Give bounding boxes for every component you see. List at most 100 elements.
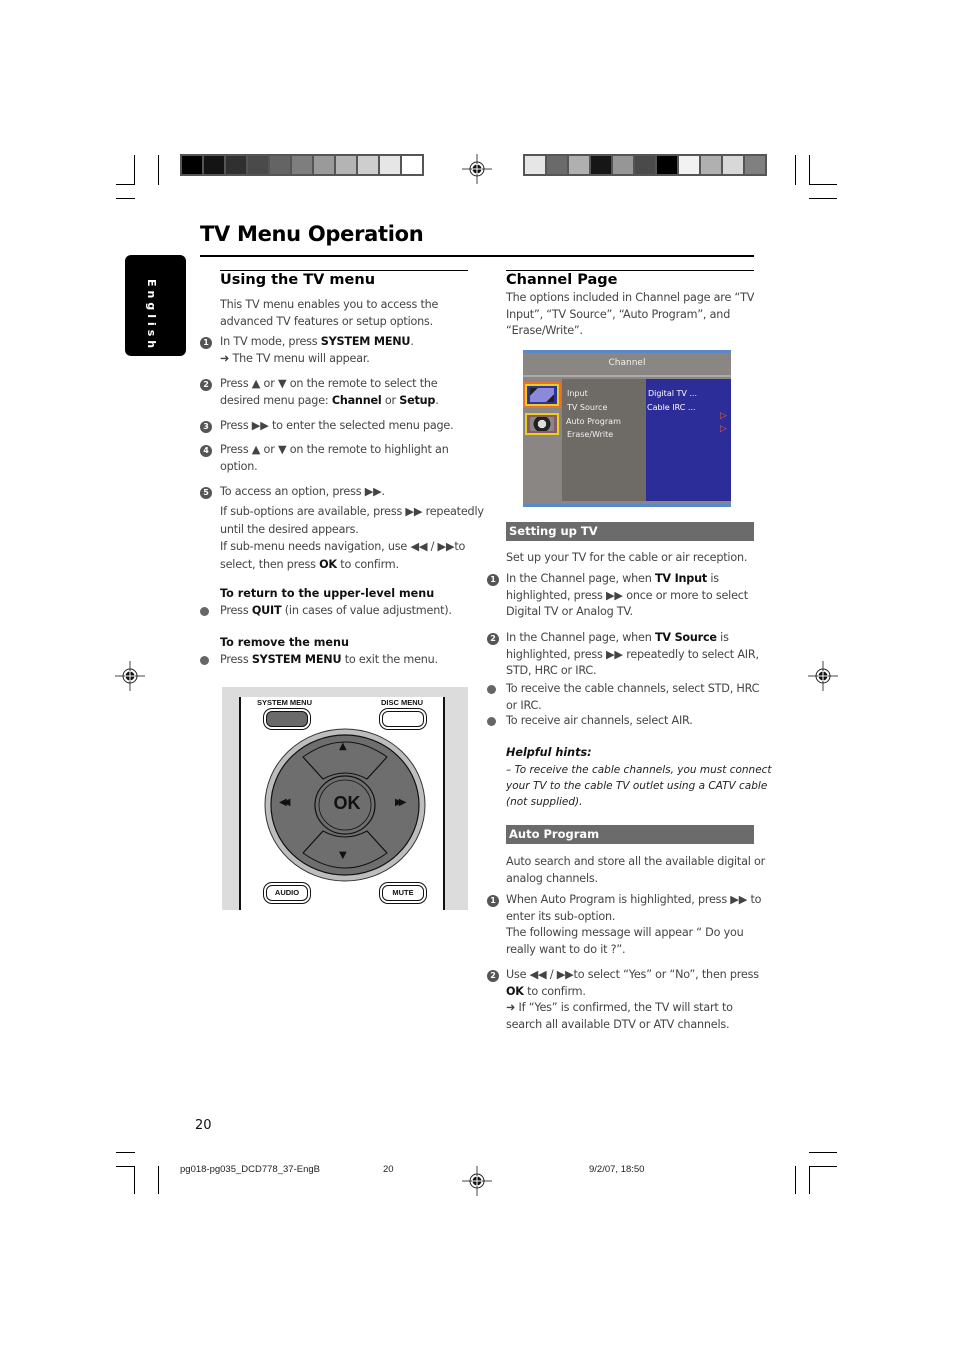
step-number-badge: 1 [200,337,212,349]
section-bar-auto-program: Auto Program [506,825,754,844]
step-text: When Auto Program is highlighted, press … [506,892,761,958]
text-line: select, then press OK to confirm. [220,557,399,571]
step-number-badge: 1 [487,895,499,907]
text-line: ➜ If “Yes” is confirmed, the TV will sta… [506,1001,733,1014]
page-title: TV Menu Operation [200,222,424,246]
up-arrow-button[interactable]: ▲ [339,741,347,752]
footer-filename: pg018-pg035_DCD778_37-EngB [180,1164,320,1175]
text-line: ➜ The TV menu will appear. [220,351,370,365]
screen-divider [523,375,731,377]
footer-page: 20 [383,1164,394,1175]
next-button[interactable]: ▶▶ [395,797,407,808]
text-line: To access an option, press ▶▶. [220,485,385,498]
color-swatch [226,156,246,174]
color-swatch [701,156,721,174]
text-line: advanced TV features or setup options. [220,314,434,328]
text-line: option. [220,459,258,473]
color-swatch [314,156,334,174]
bullet-text: To receive air channels, select AIR. [506,714,693,727]
color-swatch [204,156,224,174]
subheading-return: To return to the upper-level menu [220,587,435,600]
crop-mark [809,155,810,185]
down-arrow-button[interactable]: ▼ [339,850,347,861]
text-line: If sub-menu needs navigation, use ◀◀ / ▶… [220,540,466,553]
crop-mark [809,1166,810,1194]
crop-mark [795,155,796,185]
remote-control-illustration: SYSTEM MENU DISC MENU OK ▲ ▼ ◀◀ ▶▶ AUDIO… [222,687,468,910]
previous-button[interactable]: ◀◀ [279,797,291,808]
crop-mark [134,155,135,185]
text-line: – To receive the cable channels, you mus… [506,764,772,776]
language-label: English [145,279,158,353]
crop-mark [116,198,135,199]
ok-button[interactable]: OK [327,793,367,814]
menu-item-input[interactable]: Input [567,389,588,398]
text-line: This TV menu enables you to access the [220,298,439,311]
menu-items-panel: Input TV Source Auto Program Erase/Write [562,379,646,501]
color-swatch [613,156,633,174]
section-bar-setting-up-tv: Setting up TV [506,522,754,541]
color-calibration-bar-left [180,154,424,176]
menu-item-auto-program[interactable]: Auto Program [566,417,621,426]
color-swatch [547,156,567,174]
text-line: enter its sub-option. [506,909,616,923]
text-line: Use ◀◀ / ▶▶to select “Yes” or “No”, then… [506,968,759,981]
remote-body: SYSTEM MENU DISC MENU OK ▲ ▼ ◀◀ ▶▶ AUDIO… [239,697,445,910]
color-swatch [270,156,290,174]
color-swatch [380,156,400,174]
bullet [200,607,209,616]
crop-mark [809,1152,837,1153]
step-number-badge: 1 [487,574,499,586]
channel-menu-screenshot: Channel Input TV Source Auto Program Era… [523,350,731,507]
crop-mark [158,1166,159,1194]
text-line: When Auto Program is highlighted, press … [506,893,762,906]
text-line: your TV to the cable TV outlet using a C… [506,780,768,792]
text-line: OK to confirm. [506,984,586,998]
text-line: In the Channel page, when TV Source is [506,631,729,644]
text-line: Press ▶▶ to enter the selected menu page… [220,419,454,432]
color-swatch [723,156,743,174]
bullet [487,717,496,726]
step-number-badge: 4 [200,445,212,457]
text-line: search all available DTV or ATV channels… [506,1017,730,1031]
audio-button[interactable]: AUDIO [266,885,308,901]
mute-button[interactable]: MUTE [382,885,424,901]
text-line: In TV mode, press SYSTEM MENU. [220,335,414,348]
text-line: To receive the cable channels, select ST… [506,682,760,695]
color-swatch [358,156,378,174]
system-menu-button[interactable] [266,711,308,727]
step-number-badge: 2 [487,633,499,645]
setup-menu-icon [525,413,559,435]
step-text: Press ▶▶ to enter the selected menu page… [220,418,454,435]
text-line: really want to do it ?”. [506,942,626,956]
section-divider [506,270,754,271]
registration-target-icon [115,661,145,691]
color-swatch [182,156,202,174]
text-line: until the desired appears. [220,522,359,536]
text-line: The options included in Channel page are… [506,291,755,304]
bullet-text: To receive the cable channels, select ST… [506,681,759,714]
step-number-badge: 3 [200,421,212,433]
disc-menu-button[interactable] [382,711,424,727]
step-text: In the Channel page, when TV Input is hig… [506,571,748,621]
title-divider [200,255,754,257]
return-text: Press QUIT (in cases of value adjustment… [220,604,452,617]
submenu-arrow-icon: ▷ [720,411,727,421]
text-line: Press ▲ or ▼ on the remote to highlight … [220,443,449,456]
text-line: (not supplied). [506,796,583,808]
text-line: desired menu page: Channel or Setup. [220,393,439,407]
remove-text: Press SYSTEM MENU to exit the menu. [220,653,438,666]
menu-item-erase-write[interactable]: Erase/Write [567,430,613,439]
step-text: To access an option, press ▶▶. [220,484,385,501]
crop-mark [809,184,837,185]
text-line: highlighted, press ▶▶ once or more to se… [506,588,748,602]
text-line: STD, HRC or IRC. [506,664,597,677]
color-swatch [657,156,677,174]
system-menu-label: SYSTEM MENU [257,698,313,707]
menu-values-panel: Digital TV ... Cable IRC ... ▷ ▷ [646,379,731,501]
menu-item-tv-source[interactable]: TV Source [567,403,607,412]
step-number-badge: 2 [487,970,499,982]
step-text: In the Channel page, when TV Source is hi… [506,630,759,680]
step-text: Press ▲ or ▼ on the remote to select the… [220,376,439,409]
crop-mark [795,1166,796,1194]
